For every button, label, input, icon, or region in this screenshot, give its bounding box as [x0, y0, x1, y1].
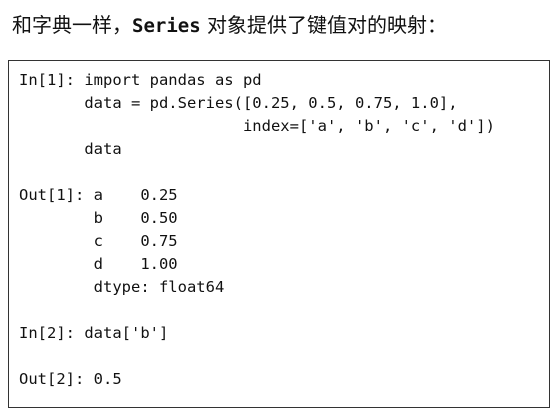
intro-text-before: 和字典一样，: [12, 13, 132, 37]
code-line: dtype: float64: [19, 278, 225, 296]
intro-paragraph: 和字典一样，Series 对象提供了键值对的映射：: [12, 8, 447, 43]
code-line: Out[2]: 0.5: [19, 370, 122, 388]
code-line: data = pd.Series([0.25, 0.5, 0.75, 1.0],: [19, 94, 458, 112]
inline-code-series: Series: [132, 15, 201, 37]
code-block: In[1]: import pandas as pd data = pd.Ser…: [8, 60, 550, 408]
code-line: b 0.50: [19, 209, 178, 227]
code-line: In[1]: import pandas as pd: [19, 71, 262, 89]
intro-text-after: 对象提供了键值对的映射：: [200, 13, 447, 37]
code-line: d 1.00: [19, 255, 178, 273]
code-line: index=['a', 'b', 'c', 'd']): [19, 117, 495, 135]
code-line: In[2]: data['b']: [19, 324, 169, 342]
code-line: Out[1]: a 0.25: [19, 186, 178, 204]
code-line: data: [19, 140, 122, 158]
code-line: c 0.75: [19, 232, 178, 250]
